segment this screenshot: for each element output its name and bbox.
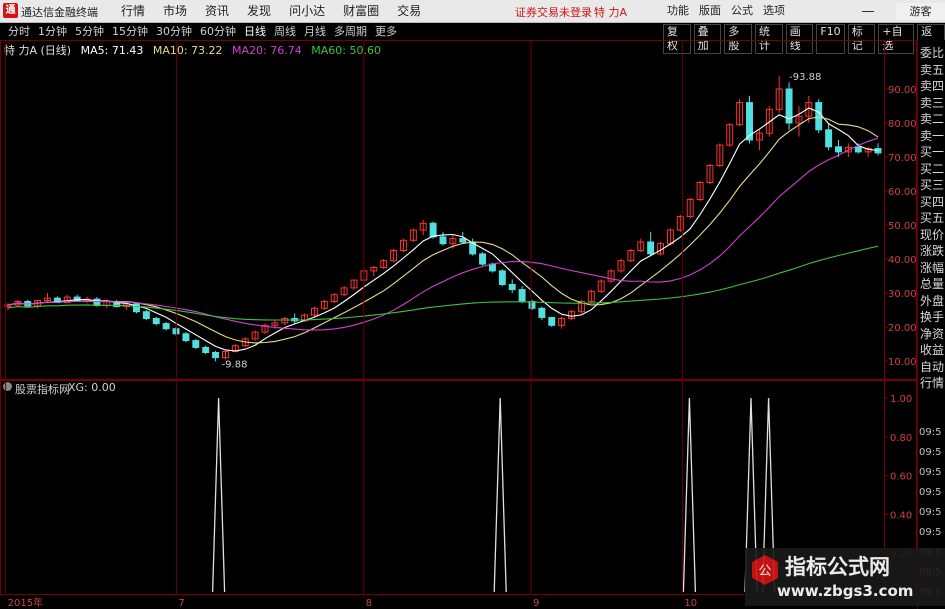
candle-body	[548, 316, 556, 326]
quote-field-label[interactable]: 行情	[920, 376, 944, 390]
indicator-tick-label: 0.80	[890, 433, 912, 444]
quote-field-label: 卖一	[920, 128, 945, 143]
watermark-line1: 指标公式网	[785, 555, 890, 579]
candle-body	[192, 340, 200, 348]
quote-field-label: 买二	[920, 161, 945, 176]
signal-spike	[682, 397, 697, 593]
candle-body	[479, 253, 487, 265]
candle-body	[152, 318, 160, 325]
candle-body	[488, 263, 496, 272]
candle-body	[202, 346, 210, 353]
price-tick-label: 30.00	[888, 289, 917, 300]
tick-time: 09:5	[919, 487, 942, 498]
quote-field-label[interactable]: 自动	[920, 360, 944, 374]
ma-lines	[7, 107, 879, 352]
quote-field-label: 买五	[920, 211, 945, 225]
candle-body	[429, 222, 437, 238]
candle-body	[815, 102, 823, 131]
quote-field-label: 委比	[920, 46, 945, 60]
chart-grid	[0, 40, 917, 595]
candle-body	[538, 307, 546, 318]
candle-body	[142, 311, 150, 320]
candle-body	[518, 289, 526, 303]
high-price-label: -93.88	[789, 72, 821, 83]
candlesticks: -93.88 -9.88	[4, 72, 882, 370]
price-tick-label: 80.00	[888, 119, 917, 130]
signal-spike	[493, 397, 507, 593]
price-tick-label: 50.00	[888, 221, 917, 232]
quote-field-label: 净资	[920, 326, 945, 341]
quote-field-label: 换手	[920, 310, 945, 324]
indicator-tick-label: 0.60	[890, 472, 912, 483]
time-tick-label: 10	[684, 598, 697, 609]
quote-field-label: 涨幅	[920, 260, 945, 275]
tick-time: 09:5	[919, 507, 942, 518]
watermark-logo-icon: 公	[752, 555, 778, 585]
candle-body	[93, 298, 101, 307]
quote-field-label: 卖四	[920, 79, 945, 93]
low-price-label: -9.88	[222, 359, 248, 370]
quote-field-label: 收益	[920, 343, 945, 357]
watermark-line2: www.zbgs3.com	[777, 582, 914, 600]
tick-time: 09:5	[919, 427, 942, 438]
price-tick-label: 20.00	[888, 323, 917, 334]
price-tick-label: 60.00	[888, 187, 917, 198]
price-tick-label: 90.00	[888, 85, 917, 96]
kline-chart[interactable]: -93.88 -9.88 90.00 80.00 70.00 60.00 50.00 40.…	[0, 0, 917, 609]
price-tick-label: 70.00	[888, 153, 917, 164]
candle-body	[459, 238, 467, 243]
price-tick-label: 10.00	[888, 357, 917, 368]
quote-field-label: 外盘	[920, 293, 945, 308]
candle-body	[825, 129, 833, 148]
indicator-tick-label: 1.00	[890, 394, 912, 405]
candle-body	[439, 236, 447, 245]
indicator-tick-label: 0.40	[890, 510, 912, 521]
quote-field-label: 现价	[920, 227, 945, 242]
candle-body	[508, 284, 516, 291]
candle-body	[647, 241, 655, 255]
quote-field-label: 卖二	[920, 112, 945, 126]
time-tick-label: 2015年	[8, 596, 43, 609]
watermark: 公 指标公式网 www.zbgs3.com	[745, 548, 945, 606]
price-axis: 90.00 80.00 70.00 60.00 50.00 40.00 30.00 20.00…	[884, 85, 917, 368]
candle-body	[212, 352, 220, 359]
time-tick-label: 7	[178, 598, 184, 609]
quote-field-label: 买一	[920, 145, 945, 159]
svg-text:公: 公	[758, 564, 771, 579]
signal-spike	[211, 397, 226, 593]
candle-body	[182, 333, 190, 342]
candle-body	[498, 270, 506, 285]
candle-body	[835, 146, 842, 153]
quote-field-label: 买四	[920, 194, 945, 209]
quote-panel: 委比卖五卖四卖三卖二卖一买一买二买三买四买五现价涨跌涨幅总量外盘换手净资收益自动…	[917, 40, 945, 609]
ma5-line	[7, 107, 879, 352]
quote-field-label: 买三	[920, 178, 945, 192]
quote-field-label: 卖三	[920, 95, 945, 110]
quote-field-label: 总量	[920, 277, 945, 291]
tick-time: 09:5	[919, 447, 942, 458]
candle-body	[854, 146, 862, 153]
quote-field-label: 涨跌	[920, 244, 945, 258]
candle-body	[162, 323, 170, 330]
quote-field-label: 卖五	[920, 62, 945, 77]
price-tick-label: 40.00	[888, 255, 917, 266]
time-tick-label: 8	[366, 598, 372, 609]
time-tick-label: 9	[533, 598, 539, 609]
time-axis: 2015年 7 8 9 10	[5, 40, 697, 609]
tick-time: 09:5	[919, 527, 942, 538]
tick-time: 09:5	[919, 467, 942, 478]
